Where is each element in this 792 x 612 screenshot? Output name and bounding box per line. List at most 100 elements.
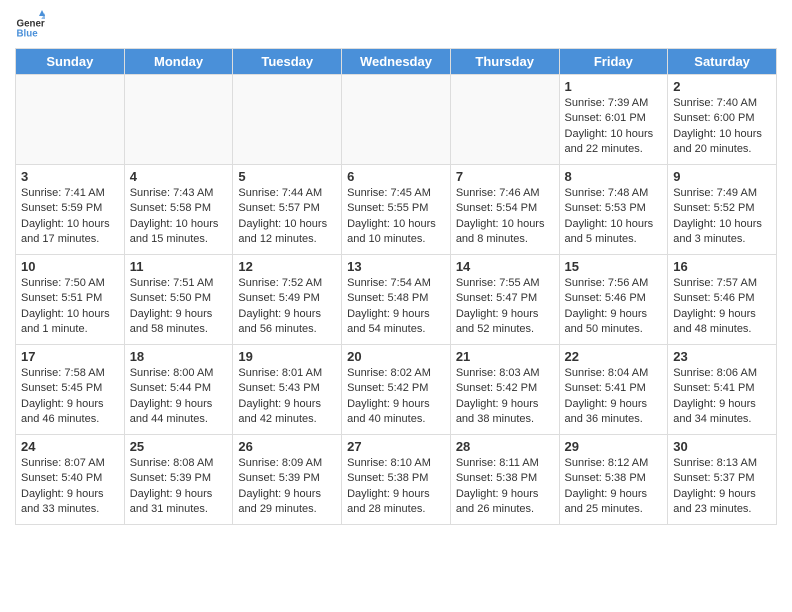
day-info: Sunrise: 8:04 AMSunset: 5:41 PMDaylight:… xyxy=(565,366,663,428)
day-info: Sunrise: 7:50 AMSunset: 5:51 PMDaylight:… xyxy=(21,276,119,338)
day-info: Sunrise: 7:45 AMSunset: 5:55 PMDaylight:… xyxy=(347,186,445,248)
day-info: Sunrise: 7:43 AMSunset: 5:58 PMDaylight:… xyxy=(130,186,228,248)
calendar-cell: 18 Sunrise: 8:00 AMSunset: 5:44 PMDayligh… xyxy=(124,345,233,435)
calendar-week-3: 17Sunrise: 7:58 AMSunset: 5:45 PMDayligh… xyxy=(16,345,777,435)
day-number: 29 xyxy=(565,439,663,454)
day-number: 28 xyxy=(456,439,554,454)
day-number: 21 xyxy=(456,349,554,364)
day-number: 6 xyxy=(347,169,445,184)
day-info: Sunrise: 8:12 AMSunset: 5:38 PMDaylight:… xyxy=(565,456,663,518)
day-number: 15 xyxy=(565,259,663,274)
day-info: Sunrise: 7:54 AMSunset: 5:48 PMDaylight:… xyxy=(347,276,445,338)
day-number: 12 xyxy=(238,259,336,274)
calendar-cell: 25Sunrise: 8:08 AMSunset: 5:39 PMDayligh… xyxy=(124,435,233,525)
day-number: 7 xyxy=(456,169,554,184)
logo: General Blue xyxy=(15,10,45,40)
calendar-week-4: 24 Sunrise: 8:07 AMSunset: 5:40 PMDayligh… xyxy=(16,435,777,525)
calendar-cell: 9 Sunrise: 7:49 AMSunset: 5:52 PMDaylight… xyxy=(668,165,777,255)
page-header: General Blue xyxy=(15,10,777,40)
day-number: 5 xyxy=(238,169,336,184)
day-number: 30 xyxy=(673,439,771,454)
calendar-cell: 24 Sunrise: 8:07 AMSunset: 5:40 PMDayligh… xyxy=(16,435,125,525)
calendar-cell: 4Sunrise: 7:43 AMSunset: 5:58 PMDaylight… xyxy=(124,165,233,255)
day-info: Sunrise: 8:06 AMSunset: 5:41 PMDaylight:… xyxy=(673,366,771,428)
day-info: Sunrise: 7:51 AMSunset: 5:50 PMDaylight:… xyxy=(130,276,228,338)
day-info: Sunrise: 8:01 AMSunset: 5:43 PMDaylight:… xyxy=(238,366,336,428)
day-info: Sunrise: 8:11 AMSunset: 5:38 PMDaylight:… xyxy=(456,456,554,518)
calendar-cell: 11 Sunrise: 7:51 AMSunset: 5:50 PMDayligh… xyxy=(124,255,233,345)
day-info: Sunrise: 8:10 AMSunset: 5:38 PMDaylight:… xyxy=(347,456,445,518)
day-info: Sunrise: 7:52 AMSunset: 5:49 PMDaylight:… xyxy=(238,276,336,338)
weekday-header-saturday: Saturday xyxy=(668,49,777,75)
day-number: 24 xyxy=(21,439,119,454)
calendar-cell: 23 Sunrise: 8:06 AMSunset: 5:41 PMDayligh… xyxy=(668,345,777,435)
day-number: 9 xyxy=(673,169,771,184)
calendar-cell: 5 Sunrise: 7:44 AMSunset: 5:57 PMDaylight… xyxy=(233,165,342,255)
calendar-cell: 19 Sunrise: 8:01 AMSunset: 5:43 PMDayligh… xyxy=(233,345,342,435)
calendar-cell xyxy=(233,75,342,165)
day-number: 11 xyxy=(130,259,228,274)
calendar-cell: 30Sunrise: 8:13 AMSunset: 5:37 PMDayligh… xyxy=(668,435,777,525)
day-number: 2 xyxy=(673,79,771,94)
day-info: Sunrise: 7:58 AMSunset: 5:45 PMDaylight:… xyxy=(21,366,119,428)
day-number: 19 xyxy=(238,349,336,364)
day-number: 16 xyxy=(673,259,771,274)
day-number: 1 xyxy=(565,79,663,94)
day-info: Sunrise: 8:09 AMSunset: 5:39 PMDaylight:… xyxy=(238,456,336,518)
day-info: Sunrise: 8:00 AMSunset: 5:44 PMDaylight:… xyxy=(130,366,228,428)
day-number: 27 xyxy=(347,439,445,454)
calendar-cell: 21 Sunrise: 8:03 AMSunset: 5:42 PMDayligh… xyxy=(450,345,559,435)
day-info: Sunrise: 7:48 AMSunset: 5:53 PMDaylight:… xyxy=(565,186,663,248)
calendar-cell xyxy=(124,75,233,165)
day-info: Sunrise: 8:07 AMSunset: 5:40 PMDaylight:… xyxy=(21,456,119,518)
day-info: Sunrise: 7:40 AMSunset: 6:00 PMDaylight:… xyxy=(673,96,771,158)
calendar-week-1: 3 Sunrise: 7:41 AMSunset: 5:59 PMDaylight… xyxy=(16,165,777,255)
calendar-cell: 16 Sunrise: 7:57 AMSunset: 5:46 PMDayligh… xyxy=(668,255,777,345)
calendar-cell: 8Sunrise: 7:48 AMSunset: 5:53 PMDaylight… xyxy=(559,165,668,255)
day-info: Sunrise: 8:03 AMSunset: 5:42 PMDaylight:… xyxy=(456,366,554,428)
day-info: Sunrise: 7:46 AMSunset: 5:54 PMDaylight:… xyxy=(456,186,554,248)
day-info: Sunrise: 8:08 AMSunset: 5:39 PMDaylight:… xyxy=(130,456,228,518)
calendar-cell: 2 Sunrise: 7:40 AMSunset: 6:00 PMDaylight… xyxy=(668,75,777,165)
weekday-header-thursday: Thursday xyxy=(450,49,559,75)
calendar-cell: 13 Sunrise: 7:54 AMSunset: 5:48 PMDayligh… xyxy=(342,255,451,345)
svg-text:Blue: Blue xyxy=(17,28,39,39)
day-info: Sunrise: 8:02 AMSunset: 5:42 PMDaylight:… xyxy=(347,366,445,428)
calendar-cell: 10Sunrise: 7:50 AMSunset: 5:51 PMDayligh… xyxy=(16,255,125,345)
day-number: 14 xyxy=(456,259,554,274)
day-number: 26 xyxy=(238,439,336,454)
calendar-cell: 27 Sunrise: 8:10 AMSunset: 5:38 PMDayligh… xyxy=(342,435,451,525)
calendar-cell: 22Sunrise: 8:04 AMSunset: 5:41 PMDayligh… xyxy=(559,345,668,435)
calendar-cell: 1Sunrise: 7:39 AMSunset: 6:01 PMDaylight… xyxy=(559,75,668,165)
day-number: 20 xyxy=(347,349,445,364)
day-info: Sunrise: 7:57 AMSunset: 5:46 PMDaylight:… xyxy=(673,276,771,338)
day-number: 13 xyxy=(347,259,445,274)
calendar-cell: 26 Sunrise: 8:09 AMSunset: 5:39 PMDayligh… xyxy=(233,435,342,525)
day-number: 23 xyxy=(673,349,771,364)
day-number: 3 xyxy=(21,169,119,184)
calendar-cell: 28 Sunrise: 8:11 AMSunset: 5:38 PMDayligh… xyxy=(450,435,559,525)
day-number: 18 xyxy=(130,349,228,364)
calendar-cell: 29 Sunrise: 8:12 AMSunset: 5:38 PMDayligh… xyxy=(559,435,668,525)
calendar-table: SundayMondayTuesdayWednesdayThursdayFrid… xyxy=(15,48,777,525)
calendar-cell xyxy=(16,75,125,165)
calendar-cell xyxy=(450,75,559,165)
calendar-cell: 12 Sunrise: 7:52 AMSunset: 5:49 PMDayligh… xyxy=(233,255,342,345)
calendar-cell: 3 Sunrise: 7:41 AMSunset: 5:59 PMDaylight… xyxy=(16,165,125,255)
weekday-header-sunday: Sunday xyxy=(16,49,125,75)
weekday-header-tuesday: Tuesday xyxy=(233,49,342,75)
calendar-week-0: 1Sunrise: 7:39 AMSunset: 6:01 PMDaylight… xyxy=(16,75,777,165)
weekday-header-wednesday: Wednesday xyxy=(342,49,451,75)
calendar-cell: 15 Sunrise: 7:56 AMSunset: 5:46 PMDayligh… xyxy=(559,255,668,345)
calendar-cell: 17Sunrise: 7:58 AMSunset: 5:45 PMDayligh… xyxy=(16,345,125,435)
calendar-cell xyxy=(342,75,451,165)
day-info: Sunrise: 7:56 AMSunset: 5:46 PMDaylight:… xyxy=(565,276,663,338)
day-info: Sunrise: 7:55 AMSunset: 5:47 PMDaylight:… xyxy=(456,276,554,338)
calendar-cell: 7 Sunrise: 7:46 AMSunset: 5:54 PMDaylight… xyxy=(450,165,559,255)
day-info: Sunrise: 7:49 AMSunset: 5:52 PMDaylight:… xyxy=(673,186,771,248)
day-info: Sunrise: 7:44 AMSunset: 5:57 PMDaylight:… xyxy=(238,186,336,248)
logo-icon: General Blue xyxy=(15,10,45,40)
day-info: Sunrise: 7:41 AMSunset: 5:59 PMDaylight:… xyxy=(21,186,119,248)
calendar-cell: 14 Sunrise: 7:55 AMSunset: 5:47 PMDayligh… xyxy=(450,255,559,345)
weekday-header-friday: Friday xyxy=(559,49,668,75)
